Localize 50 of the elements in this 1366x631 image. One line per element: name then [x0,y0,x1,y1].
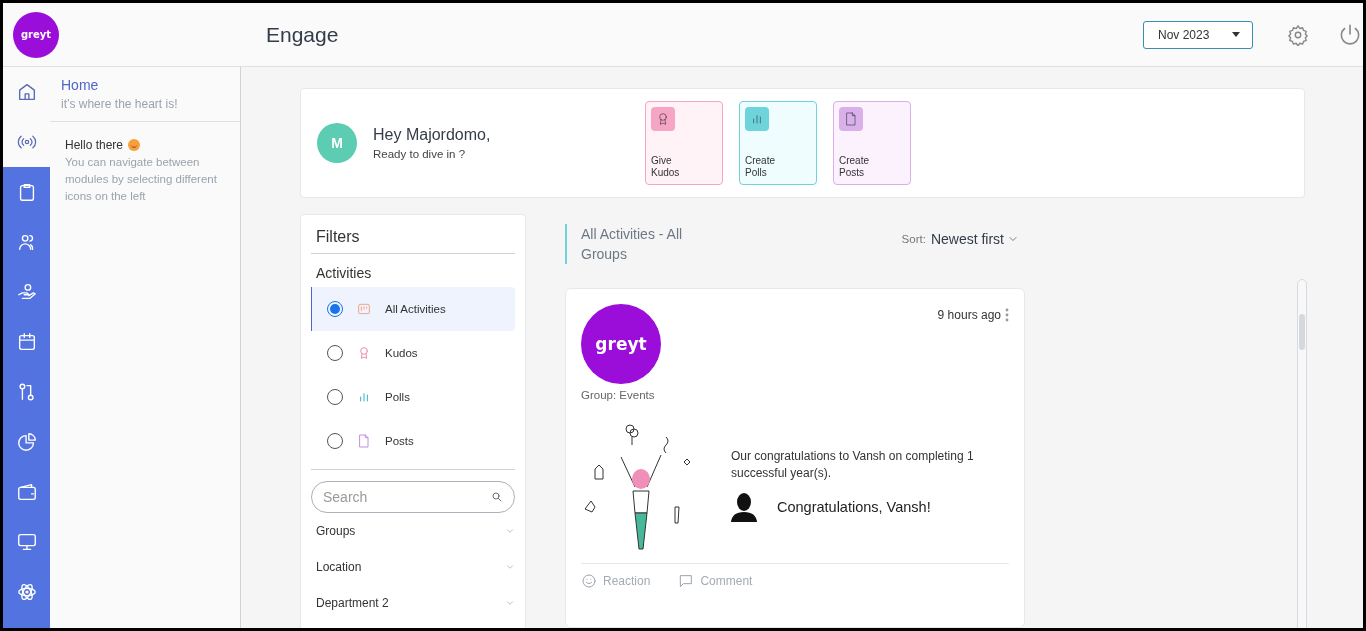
settings-icon [1287,23,1309,46]
post-message: Our congratulations to Vansh on completing 1 successful year(s). [731,448,975,482]
chevron-icon [505,562,515,572]
sort-label: Sort: [901,233,926,245]
more-icon[interactable] [1005,308,1009,322]
person-silhouette-icon [731,492,757,522]
board-icon [356,301,372,317]
search-field[interactable]: Search [311,481,515,513]
greeting-title: Hey Majordomo, [373,126,492,144]
caret-icon [1232,32,1240,37]
search-icon [491,491,503,503]
sort-dropdown[interactable]: Newest first [930,231,1019,247]
smiley-icon [581,573,597,589]
hint-text: You can navigate between modules by selecting different icons on the left [65,155,218,204]
chevron-icon [505,598,515,608]
post-group: Group: Events [581,389,661,401]
settings-button[interactable] [1287,23,1309,46]
pie-chart-icon [15,431,38,453]
atom-icon [15,581,38,603]
activities-heading: Activities [315,264,373,283]
document-icon [356,433,372,449]
chevron-icon [505,526,515,536]
logo[interactable]: greyt [13,11,59,58]
smiley-icon [128,139,141,151]
post-time: 9 hours ago [937,308,1001,322]
filter-dropdown[interactable]: Location [311,549,515,585]
home-subtitle: it’s where the heart is! [61,97,179,111]
quick-action-button[interactable]: Give Kudos [645,101,723,185]
post-headline: Congratulations, Vansh! [777,499,931,515]
quick-action-button[interactable]: Create Posts [833,101,911,185]
quick-action-button[interactable]: Create Polls [739,101,817,185]
feed-heading: All Activities - All Groups [565,224,721,264]
activity-filter-option[interactable]: Kudos [311,331,515,375]
group-logo: greyt [581,304,661,384]
hint-title: Hello there [65,138,124,152]
page-title: Engage [266,22,339,47]
comment-icon [678,573,695,589]
filter-dropdown[interactable]: Department 2 [311,585,515,621]
user-avatar: M [317,123,357,163]
wallet-icon [15,481,38,503]
filters-title: Filters [311,215,515,254]
activity-filter-option[interactable]: Posts [311,419,515,463]
activity-filter-option[interactable]: Polls [311,375,515,419]
monitor-icon [15,531,38,553]
scrollbar[interactable] [1297,279,1307,628]
greeting-subtitle: Ready to dive in ? [373,148,467,160]
month-dropdown[interactable]: Nov 2023 [1143,20,1253,49]
filter-dropdown[interactable]: Groups [311,513,515,549]
home-link[interactable]: Home [61,77,230,93]
activity-filter-option[interactable]: All Activities [311,287,515,331]
